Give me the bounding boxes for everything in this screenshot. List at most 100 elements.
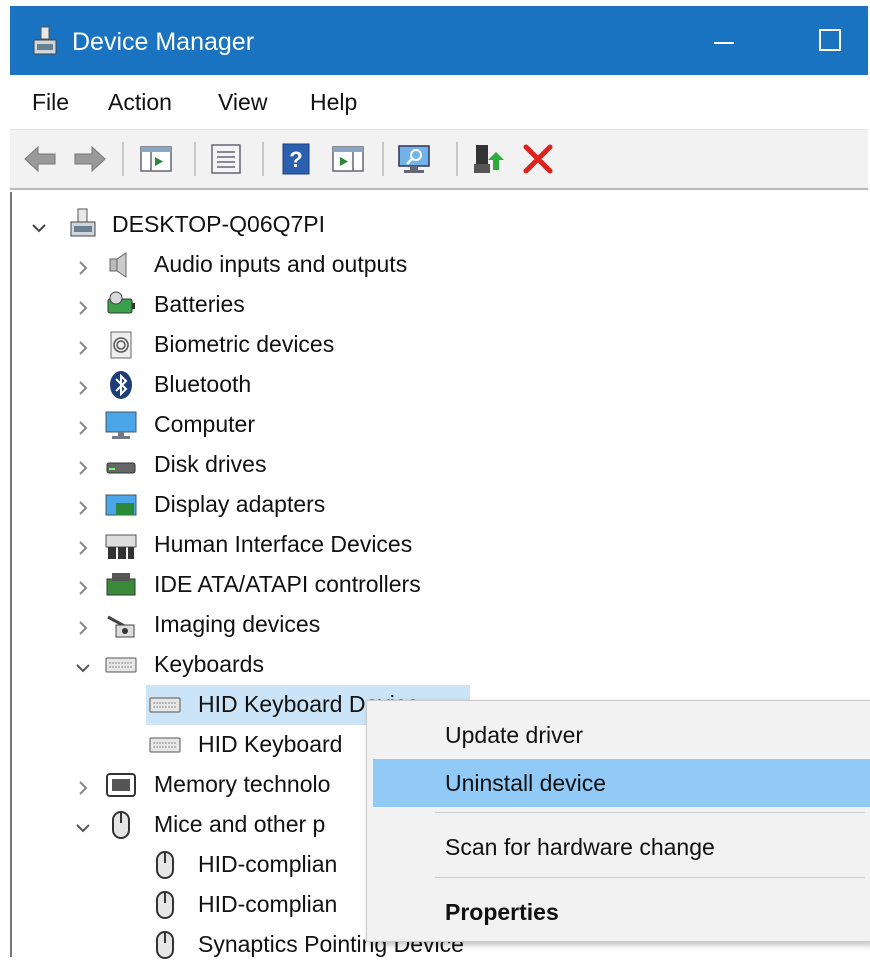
context-menu: Update driver Uninstall device Scan for … xyxy=(366,700,870,942)
battery-icon xyxy=(107,291,135,314)
tree-item-label: Bluetooth xyxy=(154,371,252,397)
device-manager-window: Device Manager File Action View Help ? D… xyxy=(10,6,870,959)
tree-item-label: Human Interface Devices xyxy=(154,531,413,557)
keyboard-icon xyxy=(105,657,137,673)
bluetooth-icon xyxy=(110,371,132,399)
tree-category[interactable]: Imaging devices xyxy=(12,605,532,645)
tree-item-label: HID Keyboard xyxy=(198,731,343,757)
properties-menu-item[interactable]: Properties xyxy=(373,888,870,936)
update-driver-icon[interactable] xyxy=(472,142,508,176)
title-bar[interactable]: Device Manager xyxy=(10,6,868,75)
forward-icon[interactable] xyxy=(72,142,108,176)
toolbar-separator xyxy=(194,142,196,176)
chevron-down-icon[interactable] xyxy=(74,656,92,674)
disk-drive-icon xyxy=(106,462,136,474)
hid-icon xyxy=(105,534,137,559)
display-adapter-icon xyxy=(105,494,137,516)
properties-sheet-icon[interactable] xyxy=(208,142,244,176)
back-icon[interactable] xyxy=(22,142,58,176)
svg-text:?: ? xyxy=(289,147,302,172)
chevron-right-icon[interactable] xyxy=(74,616,92,635)
minimize-icon xyxy=(714,42,734,45)
toolbar-separator xyxy=(122,142,124,176)
tree-category[interactable]: Disk drives xyxy=(12,445,532,485)
tree-item-label: HID-complian xyxy=(198,851,338,877)
tree-item-label: Audio inputs and outputs xyxy=(154,251,408,277)
show-hide-console-tree-icon[interactable] xyxy=(138,142,174,176)
speaker-icon xyxy=(109,252,127,278)
help-icon[interactable]: ? xyxy=(278,142,314,176)
tree-category[interactable]: Display adapters xyxy=(12,485,532,525)
mouse-icon xyxy=(156,931,174,959)
keyboard-icon xyxy=(149,697,181,713)
properties-label: Properties xyxy=(445,899,559,925)
tree-category[interactable]: IDE ATA/ATAPI controllers xyxy=(12,565,532,605)
menu-view[interactable]: View xyxy=(218,89,267,116)
tree-root[interactable]: DESKTOP-Q06Q7PI xyxy=(12,205,412,245)
chevron-right-icon[interactable] xyxy=(74,776,92,795)
tree-root-label: DESKTOP-Q06Q7PI xyxy=(112,211,326,237)
chevron-right-icon[interactable] xyxy=(74,256,92,275)
tree-item-label: Disk drives xyxy=(154,451,267,477)
chevron-right-icon[interactable] xyxy=(74,416,92,435)
menu-bar: File Action View Help xyxy=(10,75,868,130)
tree-category[interactable]: Batteries xyxy=(12,285,532,325)
toolbar-separator xyxy=(382,142,384,176)
tree-category[interactable]: Human Interface Devices xyxy=(12,525,532,565)
uninstall-icon[interactable] xyxy=(520,142,556,176)
chevron-right-icon[interactable] xyxy=(74,496,92,515)
tree-item-label: Imaging devices xyxy=(154,611,321,637)
tree-item-label: Batteries xyxy=(154,291,245,317)
chevron-right-icon[interactable] xyxy=(74,336,92,355)
tree-category[interactable]: Biometric devices xyxy=(12,325,532,365)
chevron-down-icon[interactable] xyxy=(30,216,48,234)
fingerprint-icon xyxy=(110,331,132,359)
tree-category[interactable]: Bluetooth xyxy=(12,365,532,405)
camera-icon xyxy=(107,615,135,638)
device-manager-icon xyxy=(33,26,57,55)
mouse-icon xyxy=(156,851,174,879)
toolbar: ? xyxy=(10,130,868,190)
minimize-button[interactable] xyxy=(704,20,744,60)
keyboard-icon xyxy=(149,737,181,753)
maximize-button[interactable] xyxy=(810,20,850,60)
toolbar-separator xyxy=(456,142,458,176)
tree-item-label: IDE ATA/ATAPI controllers xyxy=(154,571,421,597)
scan-hardware-icon[interactable] xyxy=(396,142,432,176)
chevron-right-icon[interactable] xyxy=(74,536,92,555)
mouse-icon xyxy=(112,811,130,839)
tree-category[interactable]: Keyboards xyxy=(12,645,532,685)
uninstall-device-label: Uninstall device xyxy=(445,770,607,796)
tree-category[interactable]: Computer xyxy=(12,405,532,445)
tree-item-label: Keyboards xyxy=(154,651,264,677)
update-driver-menu-item[interactable]: Update driver xyxy=(373,711,870,759)
menu-file[interactable]: File xyxy=(32,89,69,116)
uninstall-device-menu-item[interactable]: Uninstall device xyxy=(373,759,870,807)
chevron-right-icon[interactable] xyxy=(74,576,92,595)
menu-separator xyxy=(435,812,865,813)
toolbar-separator xyxy=(262,142,264,176)
menu-action[interactable]: Action xyxy=(108,89,172,116)
menu-help[interactable]: Help xyxy=(310,89,357,116)
tree-item-label: Display adapters xyxy=(154,491,326,517)
tree-item-label: HID-complian xyxy=(198,891,338,917)
scan-hardware-menu-item[interactable]: Scan for hardware change xyxy=(373,823,870,871)
memory-icon xyxy=(106,773,136,797)
tree-item-label: Mice and other p xyxy=(154,811,326,837)
maximize-icon xyxy=(819,29,841,51)
update-driver-label: Update driver xyxy=(445,722,584,748)
chevron-down-icon[interactable] xyxy=(74,816,92,834)
window-title: Device Manager xyxy=(72,28,255,56)
chevron-right-icon[interactable] xyxy=(74,456,92,475)
chevron-right-icon[interactable] xyxy=(74,376,92,395)
monitor-icon xyxy=(105,411,137,439)
chevron-right-icon[interactable] xyxy=(74,296,92,315)
tree-item-label: Computer xyxy=(154,411,255,437)
computer-root-icon xyxy=(70,208,96,237)
tree-item-label: Memory technolo xyxy=(154,771,331,797)
tree-category[interactable]: Audio inputs and outputs xyxy=(12,245,532,285)
scan-hardware-label: Scan for hardware change xyxy=(445,834,715,860)
tree-item-label: Biometric devices xyxy=(154,331,335,357)
show-action-pane-icon[interactable] xyxy=(330,142,366,176)
ide-controller-icon xyxy=(106,573,136,596)
